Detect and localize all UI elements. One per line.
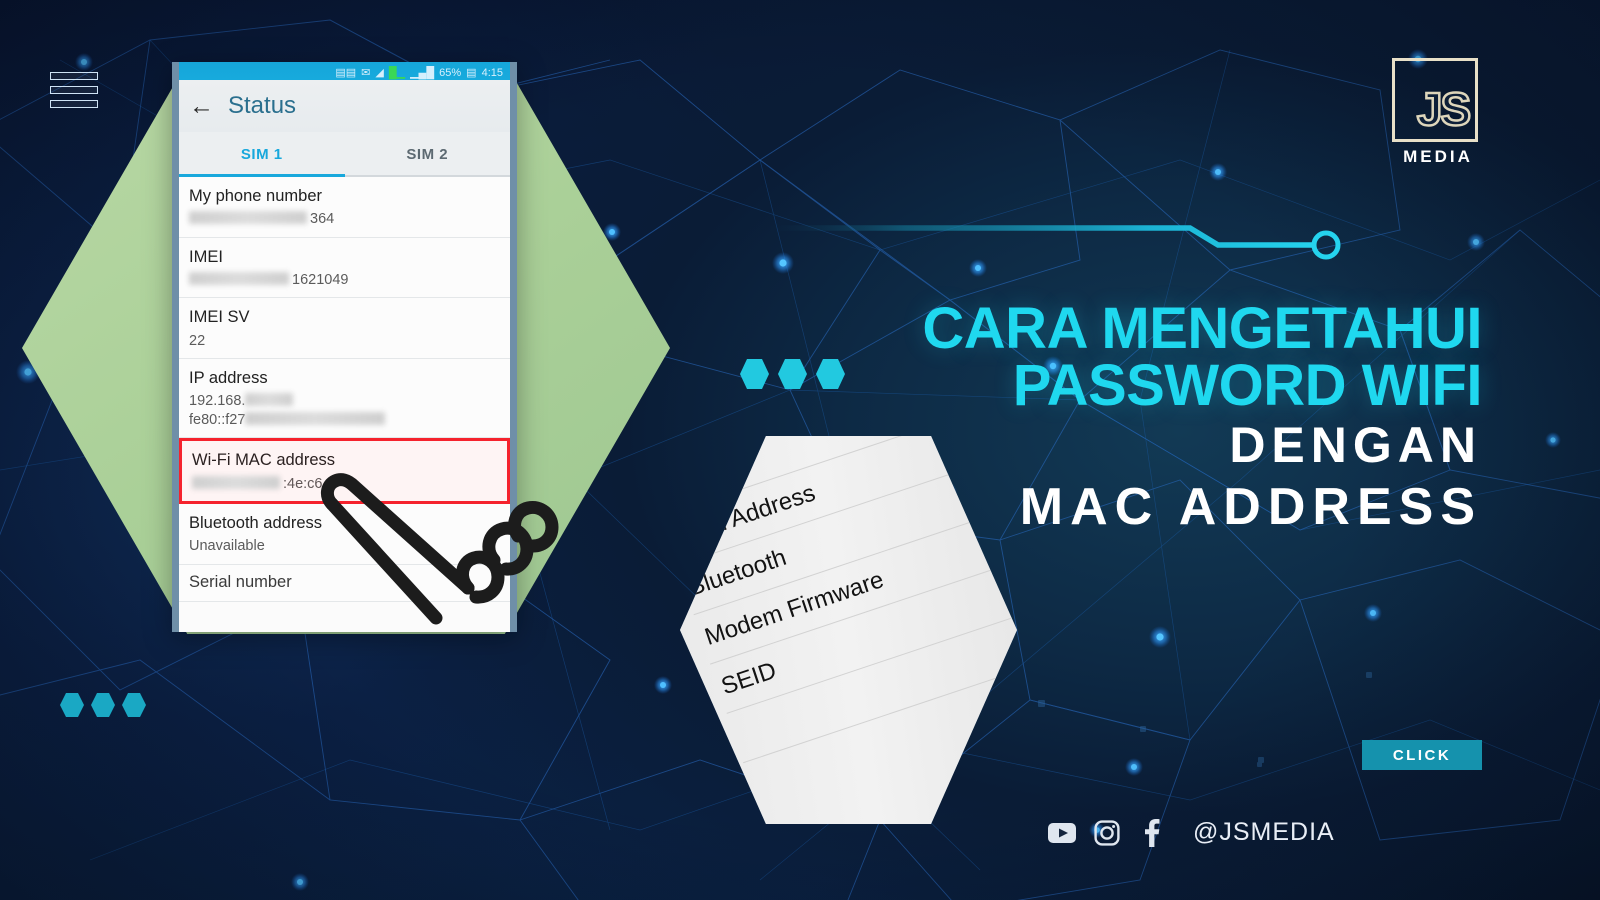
list-item[interactable]: IMEI SV 22 [179, 298, 510, 359]
row-label: IMEI SV [189, 308, 250, 327]
headline-line-3: DENGAN [1229, 416, 1482, 473]
row-value: 1621049 [189, 271, 510, 289]
row-value: Unavailable [189, 538, 265, 555]
headline-block: CARA MENGETAHUI PASSWORD WIFI DENGAN MAC… [922, 296, 1483, 539]
logo-box-outline: JS [1392, 58, 1478, 142]
page-title: Status [228, 92, 297, 119]
click-button[interactable]: CLICK [1362, 740, 1482, 770]
row-label: IP address [189, 368, 268, 387]
signal-icon: █▁ [388, 67, 406, 79]
instagram-icon[interactable] [1093, 819, 1121, 847]
redacted-chip [192, 475, 280, 489]
redacted-chip [245, 393, 294, 407]
sim-icon: ▤▤ [335, 67, 357, 79]
battery-icon: ▤ [466, 67, 477, 79]
list-item[interactable]: IP address 192.168. fe80::f27 [179, 359, 510, 439]
wifi-mac-address-row[interactable]: Wi-Fi MAC address :4e:c6 [179, 438, 510, 504]
row-label: Bluetooth address [189, 513, 323, 532]
headline-line-2: PASSWORD WIFI [1012, 353, 1483, 419]
android-status-screenshot: ▤▤ ✉ ◢ █▁ ▁▄█ 65% ▤ 4:15 ← Status SIM 1 … [172, 62, 517, 632]
row-value: 364 [189, 210, 510, 228]
hamburger-menu-icon[interactable] [50, 72, 98, 108]
tab-sim-2[interactable]: SIM 2 [345, 132, 511, 177]
redacted-chip [189, 211, 307, 225]
wifi-icon: ◢ [375, 67, 384, 79]
logo-media-text: MEDIA [1403, 147, 1473, 166]
android-status-bar: ▤▤ ✉ ◢ █▁ ▁▄█ 65% ▤ 4:15 [179, 62, 510, 80]
android-app-bar: ← Status [179, 80, 510, 132]
row-value: 192.168. [189, 392, 510, 410]
row-label: Serial number [189, 572, 292, 591]
headline-line-4: MAC ADDRESS [1019, 477, 1482, 536]
signal2-icon: ▁▄█ [410, 67, 435, 79]
hexagon-decor-group-title [740, 359, 845, 389]
social-handle: @JSMEDIA [1193, 818, 1335, 846]
row-value-secondary: fe80::f27 [189, 411, 510, 429]
youtube-icon[interactable] [1048, 819, 1076, 847]
social-footer: @JSMEDIA [1048, 818, 1335, 847]
list-item[interactable]: Serial number [179, 565, 510, 602]
message-icon: ✉ [361, 67, 371, 79]
hamburger-bar [50, 72, 98, 80]
poster-canvas: JS MEDIA CARA MENGETAHUI PASSWORD WIFI D… [0, 0, 1600, 900]
redacted-chip [189, 272, 289, 285]
brand-logo[interactable]: JS MEDIA [1392, 58, 1484, 170]
hexagon-decor-group-bottom [60, 693, 146, 717]
list-item[interactable]: My phone number 364 [179, 177, 510, 238]
row-label: IMEI [189, 247, 223, 266]
row-label: SEID [717, 656, 780, 700]
redacted-chip [245, 412, 386, 426]
list-item[interactable]: IMEI 1621049 [179, 238, 510, 299]
hamburger-bar [50, 100, 98, 108]
logo-js-text: JS [1416, 82, 1473, 137]
list-item[interactable]: Bluetooth address Unavailable [179, 504, 510, 565]
facebook-icon[interactable] [1138, 818, 1166, 847]
back-arrow-icon[interactable]: ← [189, 93, 214, 119]
row-value: 22 [189, 332, 206, 349]
tab-sim-1[interactable]: SIM 1 [179, 132, 345, 177]
hamburger-bar [50, 86, 98, 94]
row-label: My phone number [189, 187, 322, 205]
row-label: Wi-Fi MAC address [192, 451, 336, 470]
status-info-list: My phone number 364 IMEI 1621049 IMEI SV… [179, 177, 510, 602]
circuit-trace-decoration [770, 225, 1341, 260]
sim-tabs: SIM 1 SIM 2 [179, 132, 510, 177]
clock-label: 4:15 [481, 67, 503, 79]
battery-percent-label: 65% [439, 67, 462, 79]
row-value: :4e:c6 [192, 475, 507, 493]
headline-line-1: CARA MENGETAHUI [922, 296, 1482, 361]
